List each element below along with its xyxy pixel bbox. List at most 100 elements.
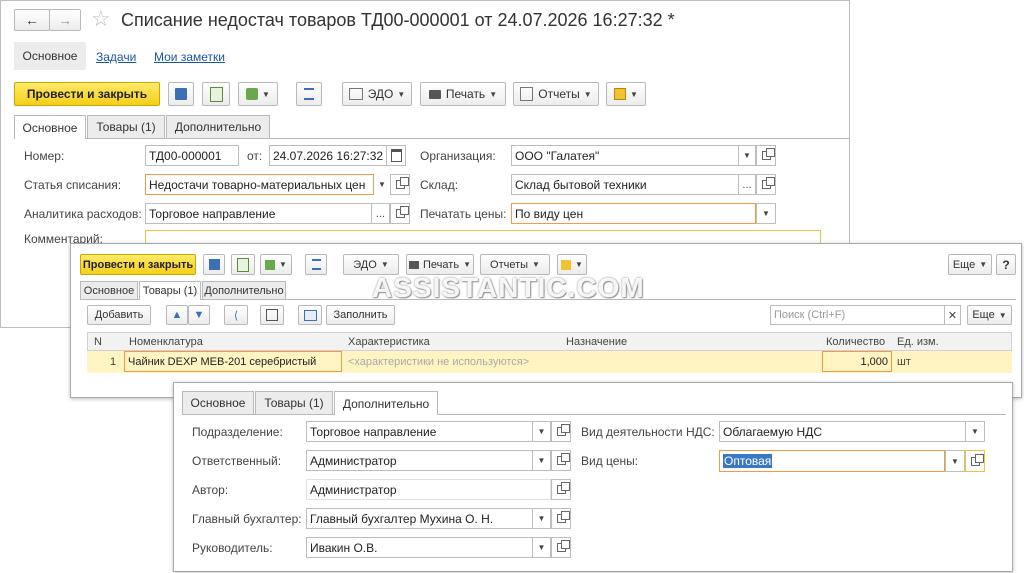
accountant-open-button[interactable] [551,508,571,529]
vat-activity-field[interactable]: Облагаемую НДС [719,421,966,442]
open-form-icon [761,148,775,160]
analytics-select-button[interactable]: ... [371,203,390,224]
tab-main-3[interactable]: Основное [182,391,254,414]
post-and-close-button[interactable]: Провести и закрыть [14,82,160,106]
pick-goods-button[interactable] [260,305,284,325]
edo-button[interactable]: ЭДО ▼ [342,82,412,106]
division-dropdown[interactable]: ▼ [532,421,551,442]
move-down-button[interactable]: ▼ [188,305,210,325]
nav-tab-notes[interactable]: Мои заметки [154,50,225,64]
organization-open-button[interactable] [756,145,776,166]
forward-button[interactable]: → [49,9,81,31]
division-label: Подразделение: [192,425,283,439]
tab-additional-3[interactable]: Дополнительно [334,391,438,415]
vat-activity-dropdown[interactable]: ▼ [965,421,985,442]
accountant-dropdown[interactable]: ▼ [532,508,551,529]
document-structure-button-2[interactable] [305,254,327,275]
split-row-button[interactable]: ⟨ [224,305,248,325]
table-more-button[interactable]: Еще ▼ [967,305,1012,325]
tab-main[interactable]: Основное [14,115,86,139]
open-form-icon [556,424,570,436]
add-row-button[interactable]: Добавить [87,305,151,325]
arrow-left-icon: ← [25,12,39,28]
open-form-icon [556,453,570,465]
article-open-button[interactable] [390,174,410,195]
form-tabs-line-2 [80,299,1016,300]
division-open-button[interactable] [551,421,571,442]
post-document-icon [209,86,223,102]
division-field[interactable]: Торговое направление [306,421,533,442]
organization-field[interactable]: ООО "Галатея" [511,145,739,166]
attachment-icon [561,259,572,270]
floppy-disk-icon [175,88,187,100]
row-characteristic-cell[interactable]: <характеристики не используются> [348,356,529,368]
analytics-field[interactable]: Торговое направление [145,203,372,224]
fill-button[interactable]: Заполнить [326,305,395,325]
calendar-button[interactable] [386,145,406,166]
date-field[interactable]: 24.07.2026 16:27:32 [269,145,387,166]
create-based-on-button-2[interactable]: ▼ [260,254,292,275]
nav-tab-main[interactable]: Основное [14,42,86,70]
price-type-field[interactable]: Оптовая [719,450,945,472]
warehouse-select-button[interactable]: ... [738,174,756,195]
price-type-dropdown[interactable]: ▼ [945,450,965,472]
print-prices-dropdown[interactable]: ▼ [756,203,776,224]
chevron-down-icon: ▼ [979,260,988,269]
reports-button[interactable]: Отчеты ▼ [513,82,599,106]
search-clear-button[interactable]: ✕ [944,305,961,325]
responsible-field[interactable]: Администратор [306,450,533,471]
author-open-button[interactable] [551,479,571,500]
row-unit-cell[interactable]: шт [897,356,911,368]
print-prices-field[interactable]: По виду цен [511,203,756,224]
warehouse-label: Склад: [420,178,459,192]
save-button-2[interactable] [203,254,225,275]
post-button[interactable] [202,82,230,106]
attachments-button[interactable]: ▼ [606,82,646,106]
create-based-on-button[interactable]: ▼ [238,82,278,106]
arrow-up-icon: ▲ [171,309,183,321]
document-structure-button[interactable] [296,82,322,106]
chevron-down-icon: ▼ [262,89,270,99]
head-field[interactable]: Ивакин О.В. [306,537,533,558]
tab-goods[interactable]: Товары (1) [87,115,165,138]
tab-main-2[interactable]: Основное [80,281,138,299]
price-type-open-button[interactable] [965,450,985,472]
head-dropdown[interactable]: ▼ [532,537,551,558]
tab-additional[interactable]: Дополнительно [166,115,270,138]
open-form-icon [556,540,570,552]
help-button[interactable]: ? [996,254,1016,275]
chevron-down-icon: ▼ [575,260,583,269]
analytics-open-button[interactable] [390,203,410,224]
tab-goods-3[interactable]: Товары (1) [255,391,333,414]
post-and-close-button-2[interactable]: Провести и закрыть [80,254,196,275]
print-button[interactable]: Печать ▼ [420,82,506,106]
tab-additional-2[interactable]: Дополнительно [202,281,286,299]
move-up-button[interactable]: ▲ [166,305,188,325]
tab-goods-2[interactable]: Товары (1) [139,281,201,300]
save-button[interactable] [168,82,194,106]
back-button[interactable]: ← [14,9,50,31]
open-form-icon [556,511,570,523]
split-icon: ⟨ [233,309,239,322]
row-number: 1 [110,356,117,368]
article-dropdown[interactable]: ▼ [374,174,390,195]
responsible-open-button[interactable] [551,450,571,471]
accountant-field[interactable]: Главный бухгалтер Мухина О. Н. [306,508,533,529]
barcode-button[interactable] [298,305,322,325]
row-item-cell[interactable]: Чайник DEXP MEB-201 серебристый [124,351,342,372]
row-quantity-cell[interactable]: 1,000 [822,351,892,372]
search-input[interactable]: Поиск (Ctrl+F) [770,305,945,325]
responsible-dropdown[interactable]: ▼ [532,450,551,471]
article-field[interactable]: Недостачи товарно-материальных цен [145,174,374,195]
list-icon [311,259,321,270]
organization-dropdown[interactable]: ▼ [738,145,756,166]
nav-tab-tasks[interactable]: Задачи [96,50,136,64]
column-quantity: Количество [826,336,886,348]
number-field[interactable]: ТД00-000001 [145,145,239,166]
warehouse-open-button[interactable] [756,174,776,195]
warehouse-field[interactable]: Склад бытовой техники [511,174,739,195]
head-open-button[interactable] [551,537,571,558]
more-button-2[interactable]: Еще ▼ [948,254,992,275]
star-favorite-icon[interactable]: ☆ [91,6,111,32]
post-button-2[interactable] [231,254,255,275]
